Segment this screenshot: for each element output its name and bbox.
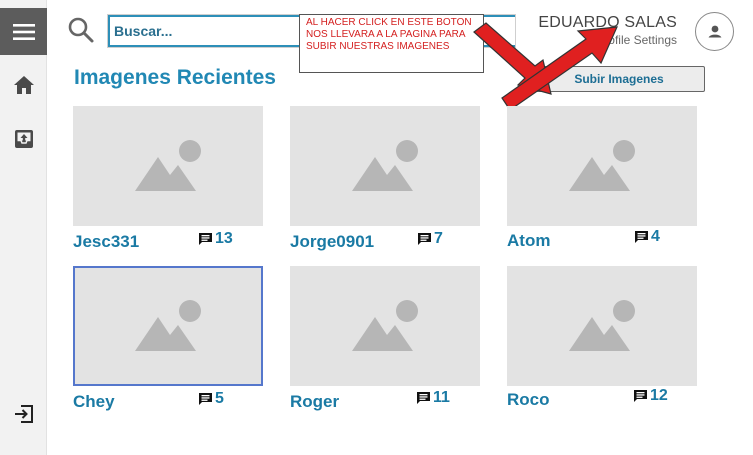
home-button[interactable] <box>11 72 37 98</box>
image-placeholder-icon <box>352 300 418 351</box>
logout-icon <box>15 405 33 423</box>
page-title: Imagenes Recientes <box>74 66 276 89</box>
home-icon <box>14 76 34 94</box>
image-placeholder[interactable] <box>290 106 480 226</box>
image-placeholder-icon <box>352 140 418 191</box>
comment-count-value: 13 <box>215 230 233 247</box>
image-placeholder-icon <box>569 140 635 191</box>
image-placeholder-icon <box>135 140 201 191</box>
gallery-card[interactable]: Atom 4 <box>507 106 697 250</box>
comment-count[interactable]: 5 <box>198 390 224 408</box>
red-arrow-annotation <box>473 22 618 108</box>
comment-icon <box>199 233 212 245</box>
comment-icon <box>418 233 431 245</box>
comment-icon <box>634 390 647 402</box>
gallery-card[interactable]: Jorge0901 7 <box>290 106 480 251</box>
image-placeholder[interactable] <box>507 266 697 386</box>
comment-icon <box>635 231 648 243</box>
comment-count-value: 5 <box>215 390 224 407</box>
image-placeholder-icon <box>569 300 635 351</box>
avatar[interactable] <box>695 12 734 51</box>
gallery-card[interactable]: Jesc331 13 <box>73 106 263 251</box>
comment-icon <box>417 392 430 404</box>
menu-icon <box>12 23 35 40</box>
comment-count-value: 4 <box>651 228 660 245</box>
inbox-upload-icon <box>15 130 33 148</box>
gallery-card[interactable]: Roger 11 <box>290 266 480 411</box>
gallery-card[interactable]: Roco 12 <box>507 266 697 409</box>
image-placeholder[interactable] <box>73 106 263 226</box>
card-author[interactable]: Jesc331 <box>73 232 139 252</box>
logout-button[interactable] <box>11 401 37 427</box>
comment-count[interactable]: 12 <box>633 387 668 405</box>
annotation-note: AL HACER CLICK EN ESTE BOTON NOS LLEVARA… <box>299 14 484 73</box>
menu-button[interactable] <box>0 8 47 55</box>
card-author[interactable]: Atom <box>507 231 550 251</box>
comment-count[interactable]: 4 <box>634 228 660 246</box>
comment-icon <box>199 393 212 405</box>
gallery-card[interactable]: Chey 5 <box>73 266 263 411</box>
inbox-button[interactable] <box>11 126 37 152</box>
search-icon[interactable] <box>66 15 96 45</box>
comment-count[interactable]: 7 <box>417 230 443 248</box>
card-author[interactable]: Roger <box>290 392 339 412</box>
image-placeholder[interactable] <box>290 266 480 386</box>
image-placeholder[interactable] <box>507 106 697 226</box>
image-placeholder[interactable] <box>73 266 263 386</box>
card-author[interactable]: Roco <box>507 390 550 410</box>
image-placeholder-icon <box>135 300 201 351</box>
comment-count-value: 11 <box>433 389 450 406</box>
sidebar <box>0 0 47 455</box>
comment-count[interactable]: 11 <box>416 389 450 407</box>
comment-count-value: 7 <box>434 230 443 247</box>
comment-count[interactable]: 13 <box>198 230 233 248</box>
card-author[interactable]: Chey <box>73 392 115 412</box>
comment-count-value: 12 <box>650 387 668 404</box>
user-icon <box>705 22 724 41</box>
card-author[interactable]: Jorge0901 <box>290 232 374 252</box>
